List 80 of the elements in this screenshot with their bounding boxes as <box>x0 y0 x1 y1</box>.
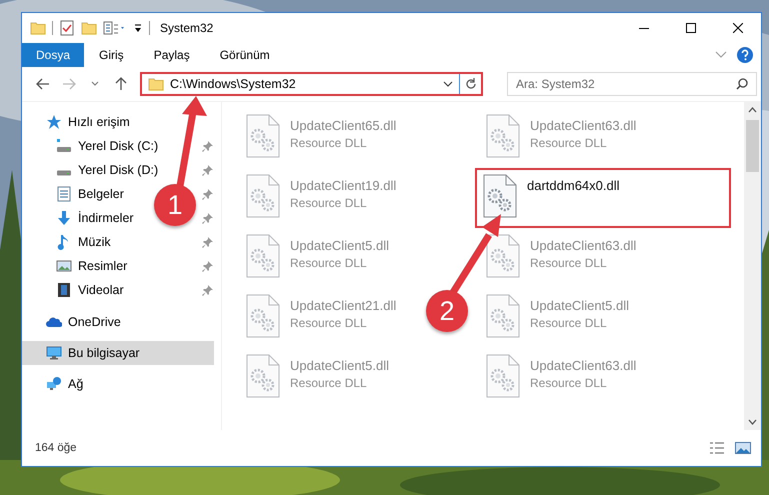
settings-file-icon <box>246 234 280 278</box>
maximize-icon <box>686 23 696 33</box>
scrollbar-thumb[interactable] <box>746 120 759 172</box>
network-icon <box>46 376 62 392</box>
scrollbar[interactable] <box>744 102 761 430</box>
sidebar-item[interactable]: Resimler <box>22 254 134 278</box>
large-icons-view-icon[interactable] <box>735 441 751 455</box>
monitor-icon <box>46 345 62 361</box>
caret-up-icon <box>748 107 757 113</box>
file-name: UpdateClient21.dll <box>290 298 396 313</box>
file-type: Resource DLL <box>530 376 608 390</box>
file-name: UpdateClient5.dll <box>290 358 390 373</box>
star-icon <box>46 114 62 130</box>
sidebar-item[interactable]: Müzik <box>22 230 117 254</box>
folder-icon <box>30 20 46 36</box>
properties-icon[interactable] <box>103 20 127 36</box>
caret-down-icon <box>748 419 757 425</box>
left-arrow-icon <box>36 78 50 90</box>
file-name: UpdateClient63.dll <box>530 358 636 373</box>
settings-file-icon <box>486 294 520 338</box>
settings-file-icon <box>483 174 517 218</box>
customize-caret-icon[interactable] <box>133 22 143 34</box>
settings-file-icon <box>246 114 280 158</box>
settings-file-icon <box>486 354 520 398</box>
checklist-icon[interactable] <box>59 20 75 36</box>
ribbon-tab[interactable]: Dosya <box>22 43 84 67</box>
close-icon <box>732 23 742 33</box>
sidebar-item[interactable]: Videolar <box>22 278 130 302</box>
file-type: Resource DLL <box>290 256 368 270</box>
file-name: UpdateClient5.dll <box>530 298 630 313</box>
file-name: dartddm64x0.dll <box>527 178 620 193</box>
address-bar[interactable]: C:\Windows\System32 <box>140 72 483 96</box>
right-arrow-icon <box>62 78 76 90</box>
ribbon-tab[interactable]: Görünüm <box>204 43 285 67</box>
document-icon <box>56 186 72 202</box>
file-name: UpdateClient63.dll <box>530 118 636 133</box>
file-type: Resource DLL <box>290 376 368 390</box>
folder-icon <box>148 76 164 92</box>
file-type: Resource DLL <box>530 256 608 270</box>
drive-icon <box>56 138 72 154</box>
ribbon-tab[interactable]: Paylaş <box>138 43 205 67</box>
sidebar-item[interactable]: Bu bilgisayar <box>22 341 214 365</box>
refresh-icon <box>464 78 476 90</box>
details-view-icon[interactable] <box>709 441 725 455</box>
ribbon-tab[interactable]: Giriş <box>84 43 139 67</box>
settings-file-icon <box>246 354 280 398</box>
file-name: UpdateClient5.dll <box>290 238 390 253</box>
picture-icon <box>56 258 72 274</box>
drive-icon <box>56 170 72 176</box>
folder-icon <box>81 20 97 36</box>
settings-file-icon <box>246 174 280 218</box>
sidebar-item[interactable]: Belgeler <box>22 182 130 206</box>
item-count: 164 öğe <box>35 442 77 454</box>
sidebar-item[interactable]: Yerel Disk (D:) <box>22 158 164 182</box>
settings-file-icon <box>246 294 280 338</box>
settings-file-icon <box>486 234 520 278</box>
chevron-down-icon <box>91 81 99 87</box>
sidebar-item[interactable]: Hızlı erişim <box>22 110 136 134</box>
file-type: Resource DLL <box>530 136 608 150</box>
up-arrow-icon <box>115 77 127 91</box>
settings-file-icon <box>486 114 520 158</box>
sidebar-item[interactable]: Ağ <box>22 372 90 396</box>
down-arrow-icon <box>56 210 72 226</box>
search-field[interactable]: Ara: System32 <box>507 72 757 96</box>
file-type: Resource DLL <box>290 136 368 150</box>
file-name: UpdateClient65.dll <box>290 118 396 133</box>
film-icon <box>56 282 72 298</box>
search-icon <box>736 78 748 90</box>
help-icon[interactable] <box>737 47 753 63</box>
file-item[interactable]: dartddm64x0.dll <box>475 168 731 228</box>
sidebar-item[interactable]: İndirmeler <box>22 206 140 230</box>
file-name: UpdateClient19.dll <box>290 178 396 193</box>
sidebar-item[interactable]: Yerel Disk (C:) <box>22 134 164 158</box>
file-name: UpdateClient63.dll <box>530 238 636 253</box>
file-type: Resource DLL <box>290 196 368 210</box>
chevron-down-icon[interactable] <box>443 81 453 87</box>
file-type: Resource DLL <box>290 316 368 330</box>
file-type: Resource DLL <box>530 316 608 330</box>
window-title: System32 <box>160 21 214 35</box>
sidebar-item[interactable]: OneDrive <box>22 310 127 334</box>
